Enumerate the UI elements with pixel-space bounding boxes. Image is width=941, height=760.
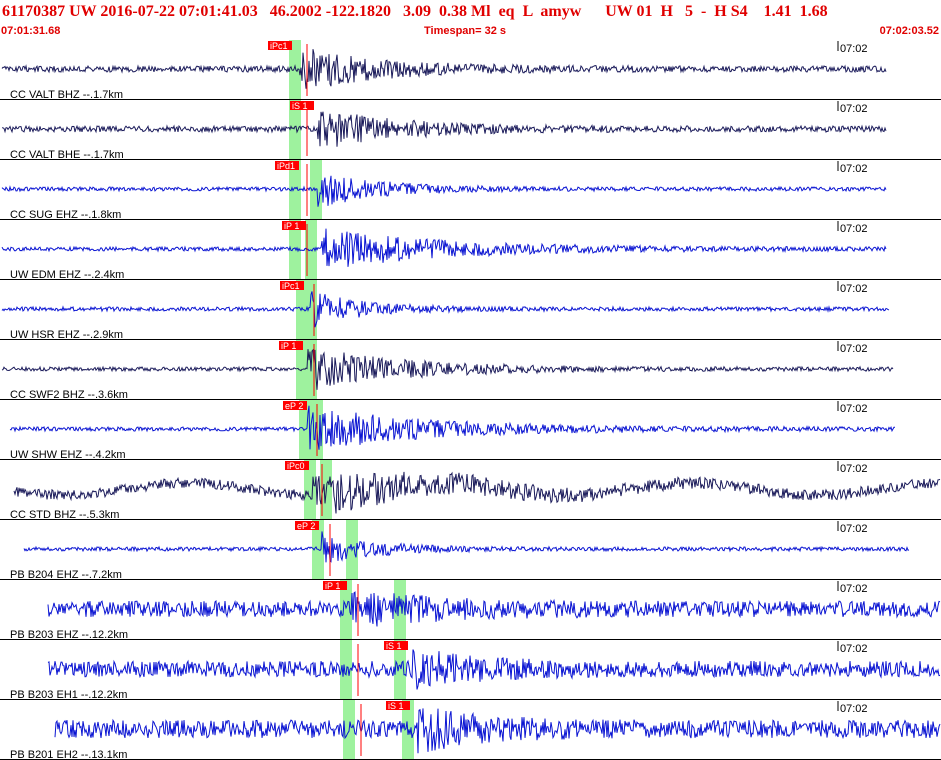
time-tick-label: 07:02: [840, 583, 868, 595]
waveform: [1, 175, 887, 207]
seismogram-panel[interactable]: iPc1 07:02 CC VALT BHZ --.1.7km iS 1 07:02 CC…: [0, 0, 941, 760]
time-tick-label: 07:02: [840, 523, 868, 535]
time-tick-label: 07:02: [840, 103, 868, 115]
trace-row[interactable]: iPc1 07:02 CC VALT BHZ --.1.7km: [0, 40, 941, 101]
pick-label: iPd1: [277, 161, 295, 171]
waveform: [47, 591, 941, 627]
waveform: [1, 49, 887, 89]
trace-row[interactable]: iS 1 07:02 CC VALT BHE --.1.7km: [0, 100, 941, 161]
channel-label: PB B204 EHZ --.7.2km: [10, 569, 122, 581]
trace-row[interactable]: iPd1 07:02 CC SUG EHZ --.1.8km: [0, 160, 941, 221]
channel-label: CC SWF2 BHZ --.3.6km: [10, 389, 128, 401]
channel-label: PB B203 EHZ --.12.2km: [10, 629, 128, 641]
pick-label: eP 2: [297, 521, 315, 531]
time-tick-label: 07:02: [840, 643, 868, 655]
time-tick-label: 07:02: [840, 223, 868, 235]
time-tick-label: 07:02: [840, 403, 868, 415]
channel-label: UW EDM EHZ --.2.4km: [10, 269, 124, 281]
channel-label: CC STD BHZ --.5.3km: [10, 509, 119, 521]
channel-label: PB B203 EH1 --.12.2km: [10, 689, 127, 701]
pick-label: iS 1: [388, 701, 404, 711]
trace-row[interactable]: iPc0 07:02 CC STD BHZ --.5.3km: [0, 460, 941, 521]
channel-label: UW HSR EHZ --.2.9km: [10, 329, 123, 341]
time-tick-label: 07:02: [840, 703, 868, 715]
trace-row[interactable]: iP 1 07:02 PB B203 EHZ --.12.2km: [0, 580, 941, 641]
waveform: [1, 348, 894, 390]
channel-label: PB B201 EH2 --.13.1km: [10, 749, 127, 760]
channel-label: CC VALT BHE --.1.7km: [10, 149, 124, 161]
trace-row[interactable]: iS 1 07:02 PB B201 EH2 --.13.1km: [0, 700, 941, 760]
time-tick-label: 07:02: [840, 163, 868, 175]
pick-label: iP 1: [325, 581, 340, 591]
channel-label: CC SUG EHZ --.1.8km: [10, 209, 121, 221]
pick-label: iPc1: [282, 281, 300, 291]
trace-row[interactable]: eP 2 07:02 PB B204 EHZ --.7.2km: [0, 520, 941, 581]
channel-label: UW SHW EHZ --.4.2km: [10, 449, 126, 461]
time-tick-label: 07:02: [840, 343, 868, 355]
waveform: [9, 405, 895, 450]
pick-label: iS 1: [292, 101, 308, 111]
trace-row[interactable]: eP 2 07:02 UW SHW EHZ --.4.2km: [0, 400, 941, 461]
pick-window: [305, 280, 317, 340]
waveform: [47, 649, 941, 690]
waveform: [54, 708, 941, 754]
pick-label: iP 1: [281, 341, 296, 351]
pick-label: iP 1: [284, 221, 299, 231]
time-tick-label: 07:02: [840, 463, 868, 475]
pick-label: iPc0: [287, 461, 305, 471]
waveform: [13, 471, 941, 514]
waveform: [1, 111, 887, 147]
time-tick-label: 07:02: [840, 283, 868, 295]
trace-row[interactable]: iP 1 07:02 UW EDM EHZ --.2.4km: [0, 220, 941, 281]
waveform: [1, 228, 887, 267]
channel-label: CC VALT BHZ --.1.7km: [10, 89, 123, 101]
waveform: [1, 291, 890, 328]
pick-label: iPc1: [270, 41, 288, 51]
trace-row[interactable]: iPc1 07:02 UW HSR EHZ --.2.9km: [0, 280, 941, 341]
trace-row[interactable]: iS 1 07:02 PB B203 EH1 --.12.2km: [0, 640, 941, 701]
trace-row[interactable]: iP 1 07:02 CC SWF2 BHZ --.3.6km: [0, 340, 941, 401]
pick-label: iS 1: [386, 641, 402, 651]
pick-label: eP 2: [285, 401, 303, 411]
waveform: [23, 531, 910, 563]
time-tick-label: 07:02: [840, 43, 868, 55]
